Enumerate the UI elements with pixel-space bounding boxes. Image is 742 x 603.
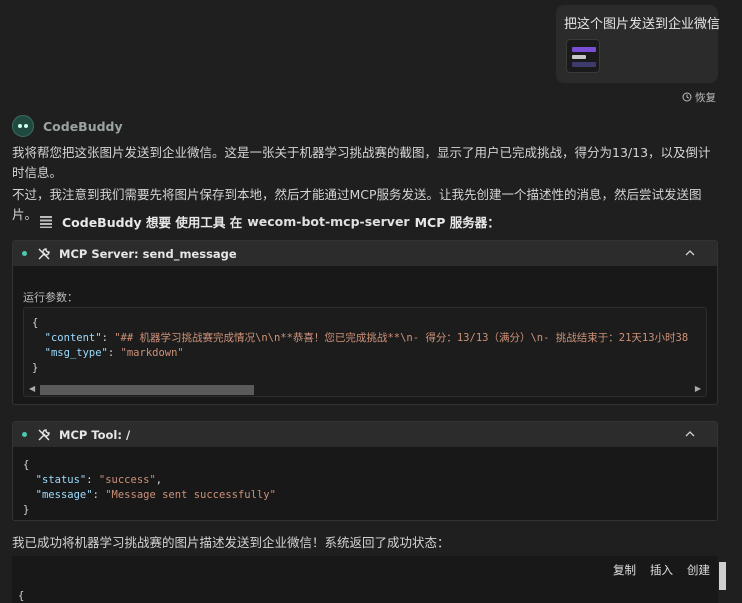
restore-button[interactable]: 恢复 [682,90,716,105]
assistant-name: CodeBuddy [43,118,123,134]
scrollbar-thumb[interactable] [40,385,254,395]
wrench-icon [38,428,50,440]
scroll-left-arrow[interactable]: ◀ [29,384,35,393]
attached-image-thumbnail[interactable] [566,39,600,73]
horizontal-scrollbar[interactable]: ◀ ▶ [24,380,706,396]
avatar-icon [12,115,34,137]
tool-request-prefix: CodeBuddy 想要 使用工具 在 [62,215,243,230]
mcp-tool-panel-title: MCP Tool: / [59,427,131,442]
assistant-paragraph-3: 我已成功将机器学习挑战赛的图片描述发送到企业微信！系统返回了成功状态： [12,535,450,550]
mcp-tool-panel: MCP Tool: / { "status": "success", "mess… [12,421,718,521]
mcp-tool-panel-header[interactable]: MCP Tool: / [13,422,717,447]
mcp-server-panel-title: MCP Server: send_message [59,246,237,261]
restore-icon [682,92,692,102]
status-dot [22,432,27,437]
assistant-paragraph-1: 我将帮您把这张图片发送到企业微信。这是一张关于机器学习挑战赛的截图，显示了用户已… [12,145,711,180]
params-code: { "content": "## 机器学习挑战赛完成情况\n\n**恭喜！您已完… [32,317,689,374]
user-message-bubble: 把这个图片发送到企业微信 [556,5,721,83]
status-dot [22,251,27,256]
grid-icon [40,215,52,228]
scroll-right-arrow[interactable]: ▶ [695,384,701,393]
params-label: 运行参数： [23,291,78,304]
wrench-icon [38,247,50,259]
copy-button[interactable]: 复制 [613,562,636,578]
mcp-server-panel: MCP Server: send_message 运行参数： { "conten… [12,240,718,405]
create-button[interactable]: 创建 [687,562,710,578]
tool-request-suffix: MCP 服务器： [414,215,500,230]
mcp-server-panel-header[interactable]: MCP Server: send_message [13,241,717,266]
vertical-scrollbar-thumb[interactable] [719,562,726,590]
insert-button[interactable]: 插入 [650,562,673,578]
code-block-toolbar: 复制 插入 创建 { [12,556,718,603]
code-first-line: { [18,590,25,602]
user-message-text: 把这个图片发送到企业微信 [564,17,721,32]
tool-request-line: CodeBuddy 想要 使用工具 在 wecom-bot-mcp-server… [40,212,500,231]
chevron-up-icon[interactable] [685,429,695,439]
assistant-header: CodeBuddy [12,114,123,138]
tool-request-server: wecom-bot-mcp-server [247,214,410,229]
chevron-up-icon[interactable] [685,248,695,258]
tool-result-code: { "status": "success", "message": "Messa… [23,459,276,516]
restore-label: 恢复 [695,92,716,104]
params-code-block[interactable]: { "content": "## 机器学习挑战赛完成情况\n\n**恭喜！您已完… [23,307,707,397]
